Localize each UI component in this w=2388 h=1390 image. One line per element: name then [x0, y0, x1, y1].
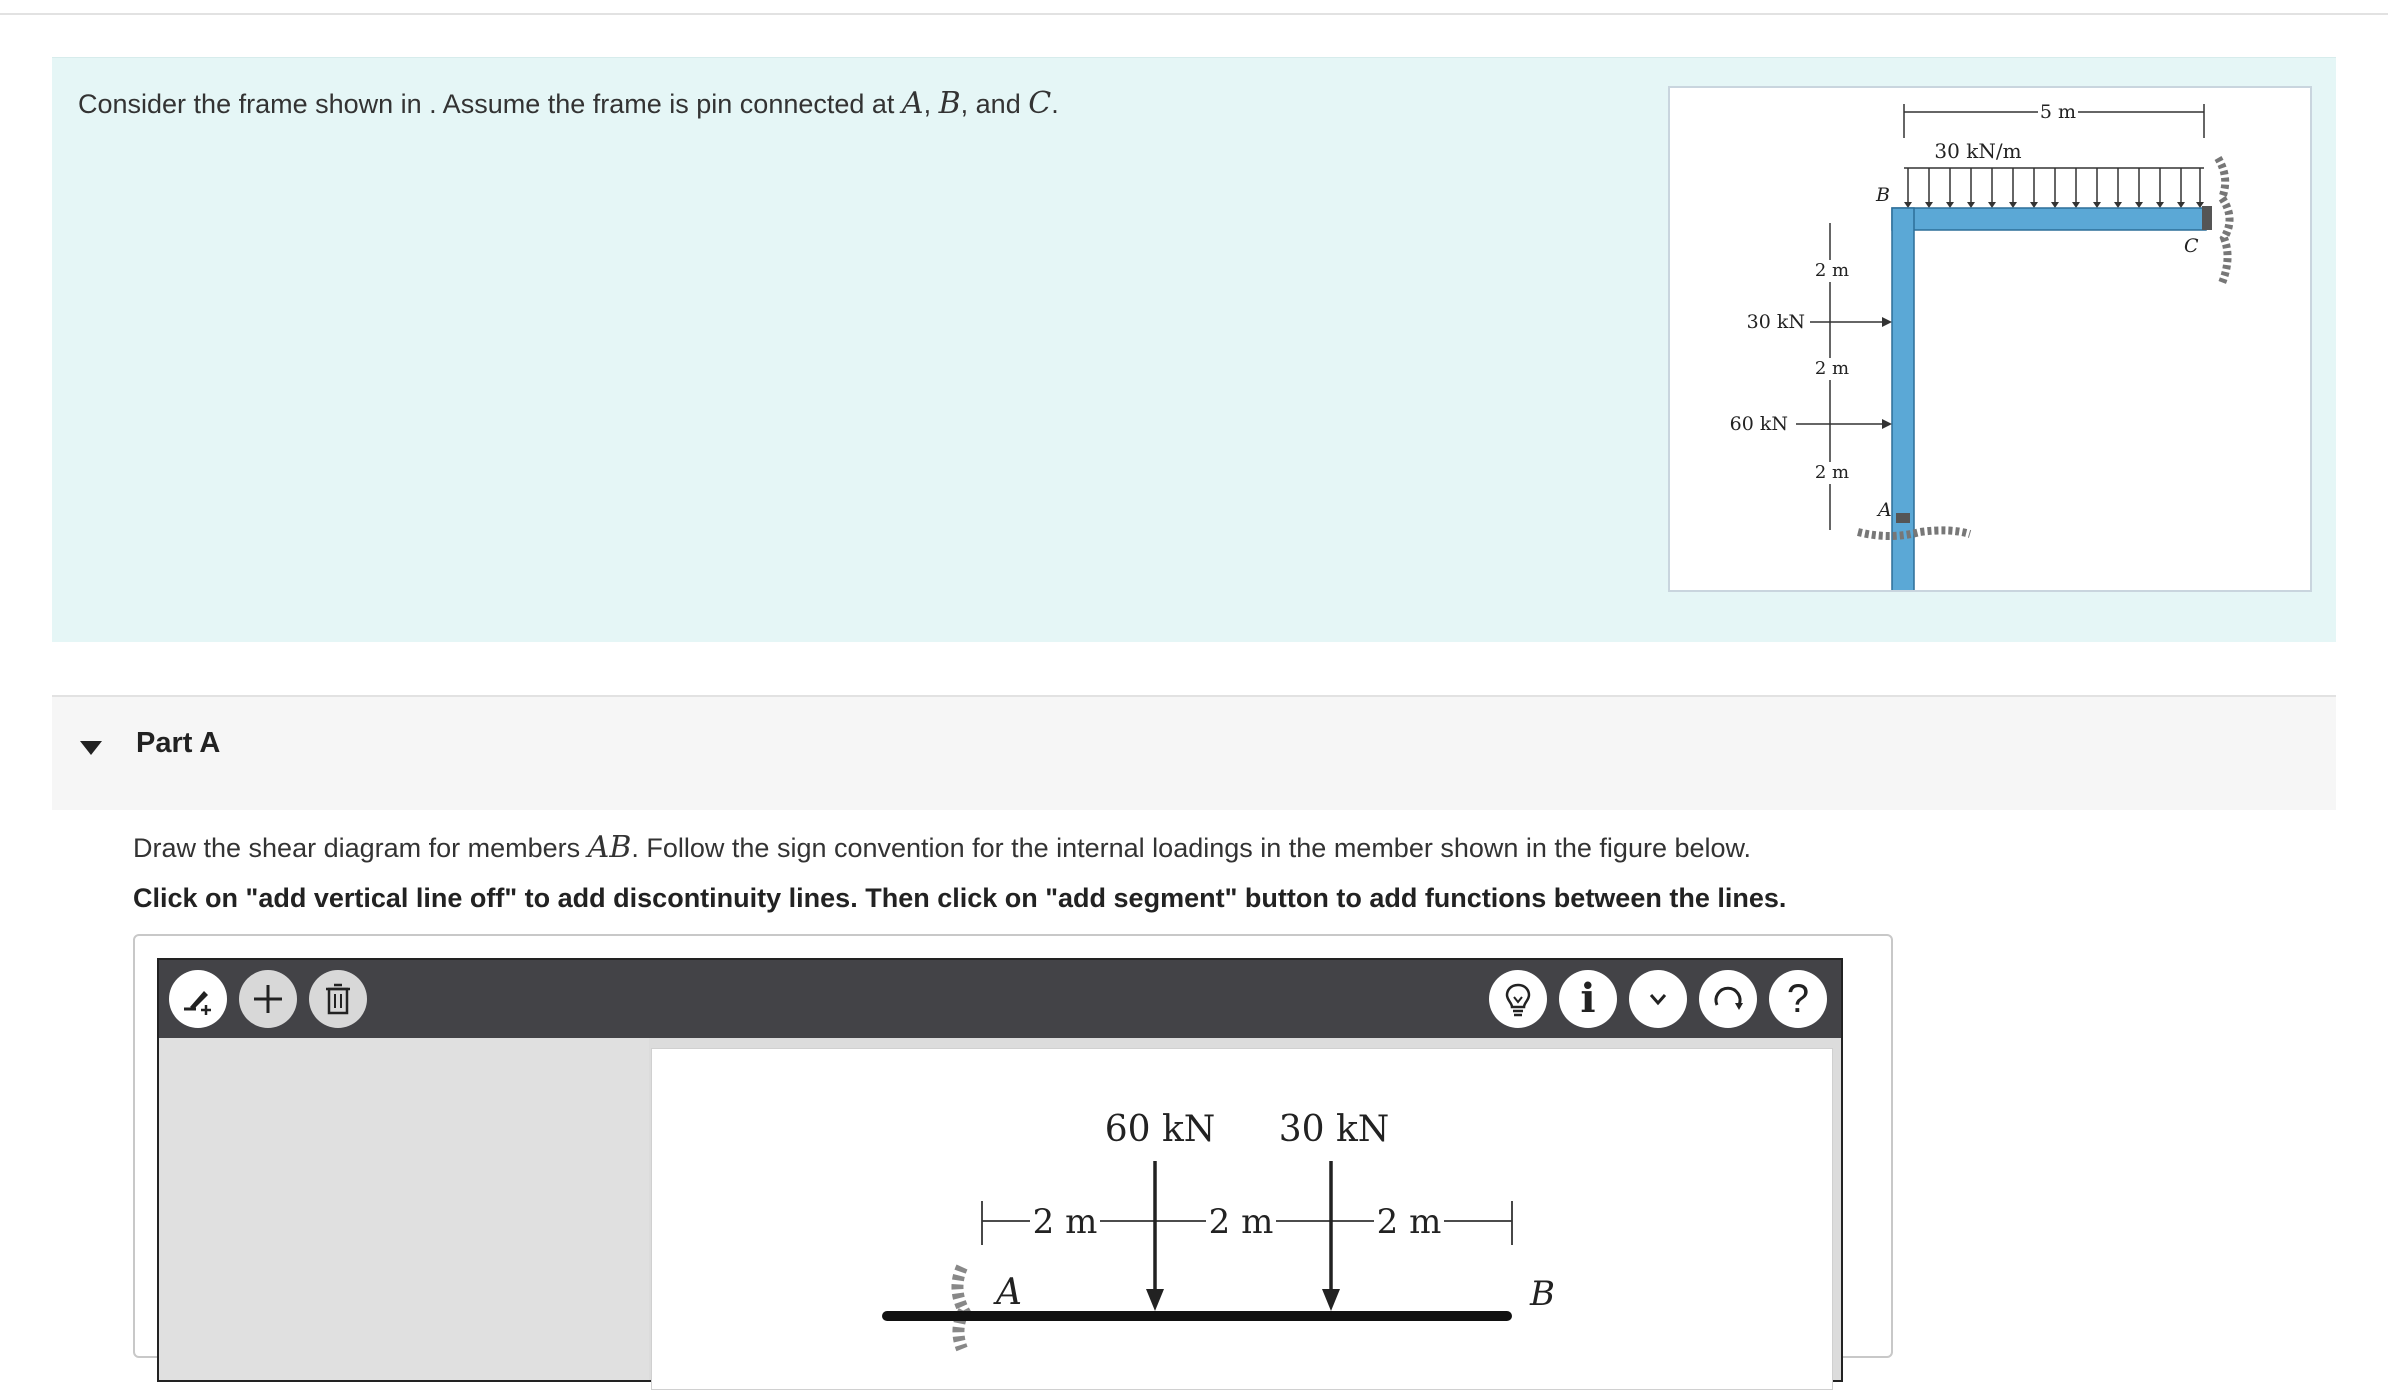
instruction-bold-text: Click on "add vertical line off" to add …	[133, 883, 1787, 913]
math-ab: AB	[587, 830, 632, 865]
collapse-caret-icon[interactable]	[80, 741, 102, 755]
drawing-tool: i ? 60 kN 30 kN 2 m 2 m 2 m A B	[157, 958, 1843, 1390]
force-60kn-arrowhead	[1882, 419, 1892, 429]
delete-button[interactable]	[309, 970, 367, 1028]
beam-dim-2-label: 2 m	[1209, 1202, 1274, 1242]
force-30kn-label: 30 kN	[1747, 311, 1805, 333]
hint-button[interactable]	[1489, 970, 1547, 1028]
info-button[interactable]: i	[1559, 970, 1617, 1028]
help-button[interactable]: ?	[1769, 970, 1827, 1028]
lightbulb-icon	[1505, 983, 1531, 1017]
wall-support-c	[2214, 155, 2234, 285]
label-b: B	[1875, 184, 1890, 206]
problem-intro-text: Consider the frame shown in . Assume the…	[78, 86, 1059, 121]
info-icon: i	[1580, 975, 1596, 1022]
force-60kn-label: 60 kN	[1730, 413, 1788, 435]
more-button[interactable]	[1629, 970, 1687, 1028]
math-a: A	[901, 86, 924, 121]
draw-tool-button[interactable]	[169, 970, 227, 1028]
reset-icon	[1714, 986, 1743, 1010]
plus-icon	[254, 985, 282, 1013]
answer-container: i ? 60 kN 30 kN 2 m 2 m 2 m A B	[133, 934, 1893, 1390]
beam-load-60kn-label: 60 kN	[1105, 1109, 1216, 1150]
distributed-load-arrowheads	[1904, 202, 2204, 208]
beam-label-a: A	[993, 1272, 1022, 1313]
ground-support-a	[1857, 526, 1972, 540]
span-label: 5 m	[2040, 101, 2076, 123]
pin-a	[1896, 513, 1910, 523]
member-bc	[1891, 207, 2207, 231]
beam-support-a	[951, 1264, 971, 1352]
intro-end: .	[1051, 89, 1059, 119]
part-a-header[interactable]: Part A	[52, 695, 2336, 810]
math-b: B	[938, 86, 961, 121]
beam-member-ab	[882, 1311, 1512, 1321]
label-c: C	[2184, 235, 2199, 257]
trash-icon	[326, 983, 350, 1015]
beam-diagram: 60 kN 30 kN 2 m 2 m 2 m A B	[882, 1109, 1555, 1352]
dim-1-label: 2 m	[1815, 260, 1849, 281]
problem-statement-panel: Consider the frame shown in . Assume the…	[52, 57, 2336, 642]
label-a: A	[1876, 499, 1892, 521]
beam-dim-3-label: 2 m	[1377, 1202, 1442, 1242]
beam-load-30kn-arrowhead	[1322, 1289, 1340, 1311]
drawing-toolbar: i ?	[159, 960, 1841, 1038]
frame-figure: 5 m 30 kN/m B C A 2 m 2 m 2 m 30 kN 60 k…	[1668, 86, 2312, 592]
instruction-text: Draw the shear diagram for members AB. F…	[133, 830, 1751, 865]
help-icon: ?	[1786, 977, 1810, 1021]
part-title[interactable]: Part A	[136, 727, 220, 760]
distributed-load-arrows	[1907, 168, 2201, 202]
dim-3-label: 2 m	[1815, 462, 1849, 483]
instruction-part: . Follow the sign convention for the int…	[631, 833, 1752, 863]
chevron-down-icon	[1649, 994, 1667, 1006]
frame-diagram: 5 m 30 kN/m B C A 2 m 2 m 2 m 30 kN 60 k…	[1730, 100, 2234, 590]
beam-label-b: B	[1529, 1274, 1555, 1314]
beam-load-30kn-label: 30 kN	[1279, 1109, 1390, 1150]
distributed-load-label: 30 kN/m	[1934, 139, 2021, 163]
drawing-canvas[interactable]: 60 kN 30 kN 2 m 2 m 2 m A B	[651, 1048, 1833, 1390]
add-button[interactable]	[239, 970, 297, 1028]
force-30kn-arrowhead	[1882, 317, 1892, 327]
beam-dim-1-label: 2 m	[1033, 1202, 1098, 1242]
intro-text: Consider the frame shown in . Assume the…	[78, 89, 902, 119]
instruction-part: Draw the shear diagram for members	[133, 833, 588, 863]
intro-sep: ,	[923, 89, 939, 119]
beam-load-60kn-arrowhead	[1146, 1289, 1164, 1311]
reset-button[interactable]	[1699, 970, 1757, 1028]
pencil-plus-icon	[184, 991, 211, 1015]
dim-2-label: 2 m	[1815, 358, 1849, 379]
pin-c	[2202, 206, 2212, 230]
intro-sep: , and	[960, 89, 1029, 119]
tool-side-panel	[159, 1038, 649, 1380]
top-divider	[0, 13, 2388, 15]
math-c: C	[1028, 86, 1052, 121]
